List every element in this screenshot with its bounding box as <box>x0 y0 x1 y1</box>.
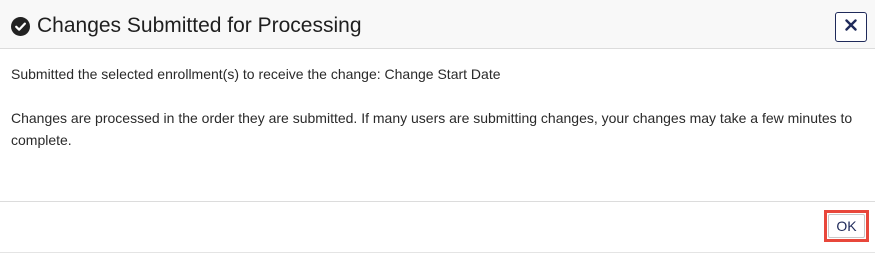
bottom-divider <box>0 252 875 253</box>
dialog-body: Submitted the selected enrollment(s) to … <box>11 63 866 151</box>
ok-button-label: OK <box>828 214 865 238</box>
close-button[interactable] <box>835 12 867 42</box>
message-text: Submitted the selected enrollment(s) to … <box>11 66 501 82</box>
check-circle-icon <box>11 17 30 36</box>
dialog: Changes Submitted for Processing Submitt… <box>0 0 875 254</box>
close-icon <box>845 18 857 36</box>
info-text: Changes are processed in the order they … <box>11 110 853 148</box>
dialog-header: Changes Submitted for Processing <box>0 0 875 49</box>
footer-divider <box>0 201 875 202</box>
ok-button[interactable]: OK <box>824 210 869 242</box>
dialog-title: Changes Submitted for Processing <box>37 14 362 37</box>
